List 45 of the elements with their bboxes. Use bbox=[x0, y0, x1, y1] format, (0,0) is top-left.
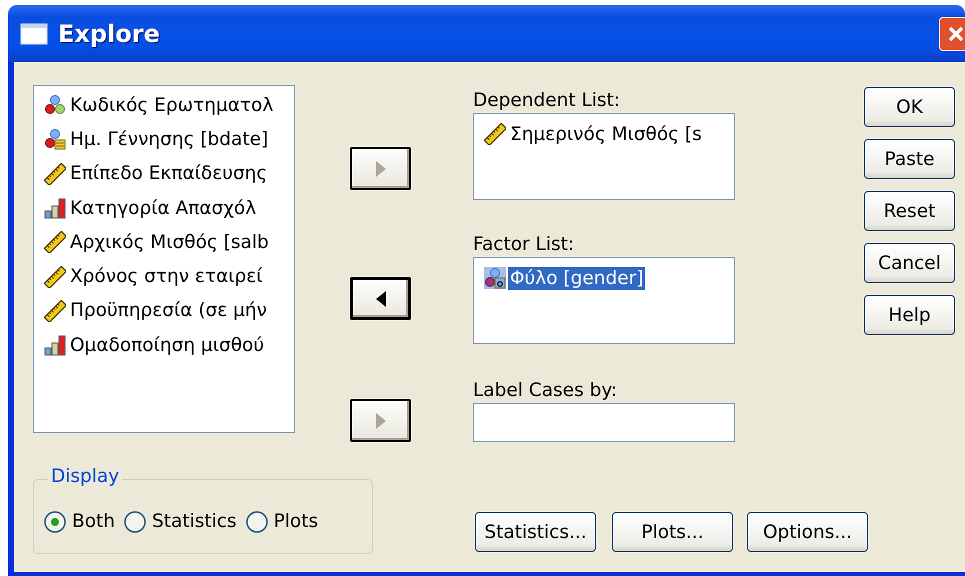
list-item[interactable]: Κωδικός Ερωτηματολ bbox=[68, 94, 276, 117]
dialog-button[interactable]: Help bbox=[864, 295, 955, 335]
date-variable-icon bbox=[44, 128, 66, 150]
left-arrow-icon bbox=[376, 290, 386, 306]
dialog-button[interactable]: Statistics... bbox=[475, 512, 596, 552]
radio-label: Both bbox=[72, 511, 115, 532]
dependent-list[interactable]: Σημερινός Μισθός [s bbox=[473, 113, 735, 200]
radio-button[interactable] bbox=[123, 510, 147, 534]
radio-button[interactable] bbox=[43, 510, 67, 534]
right-arrow-icon bbox=[376, 412, 386, 428]
string-variable-icon bbox=[484, 267, 506, 289]
close-icon bbox=[947, 24, 965, 42]
dialog-button[interactable]: Paste bbox=[864, 139, 955, 179]
list-item[interactable]: Ομαδοποίηση μισθού bbox=[68, 334, 266, 357]
radio-button[interactable] bbox=[244, 510, 269, 534]
variable-list[interactable]: Κωδικός Ερωτηματολ Ημ. Γέννησης [bdate] Επίπεδο Εκπαίδευσης Κατηγορία Απασχόλ Αρχικός Μισθός [salb Χρόνος στην εταιρεί Προϋπηρεσία (σε μήν Ομαδοποίηση μισθού bbox=[33, 85, 295, 433]
dialog-button[interactable]: Options... bbox=[747, 512, 868, 552]
list-item[interactable]: Σημερινός Μισθός [s bbox=[508, 122, 704, 146]
nominal-variable-icon bbox=[44, 94, 66, 116]
dependent-list-label: Dependent List: bbox=[473, 89, 622, 113]
bar-chart-icon bbox=[44, 197, 66, 220]
close-button[interactable] bbox=[939, 16, 965, 50]
list-item[interactable]: Φύλο [gender] bbox=[508, 266, 646, 290]
label-cases-field[interactable] bbox=[473, 403, 735, 442]
move-button[interactable] bbox=[350, 277, 411, 320]
factor-list[interactable]: Φύλο [gender] bbox=[473, 257, 735, 344]
bar-chart-icon bbox=[44, 334, 66, 356]
label-cases-label: Label Cases by: bbox=[473, 379, 618, 403]
radio-label: Plots bbox=[274, 511, 318, 532]
list-item[interactable]: Αρχικός Μισθός [salb bbox=[68, 230, 271, 254]
dialog-button[interactable]: Plots... bbox=[612, 512, 733, 552]
radio-label: Statistics bbox=[152, 511, 237, 532]
window-icon bbox=[20, 22, 48, 44]
factor-list-label: Factor List: bbox=[473, 233, 576, 257]
list-item[interactable]: Ημ. Γέννησης [bdate] bbox=[68, 128, 270, 151]
list-item[interactable]: Προϋπηρεσία (σε μήν bbox=[68, 299, 269, 322]
list-item[interactable]: Χρόνος στην εταιρεί bbox=[68, 265, 265, 288]
dialog-button[interactable]: Cancel bbox=[864, 243, 955, 283]
right-arrow-icon bbox=[376, 160, 386, 176]
group-label: Display bbox=[48, 466, 122, 487]
list-item[interactable]: Κατηγορία Απασχόλ bbox=[68, 196, 258, 220]
window-title: Explore bbox=[58, 20, 160, 48]
list-item[interactable]: Επίπεδο Εκπαίδευσης bbox=[68, 162, 270, 186]
dialog-button[interactable]: Reset bbox=[864, 191, 955, 231]
dialog-button[interactable]: OK bbox=[864, 87, 955, 127]
